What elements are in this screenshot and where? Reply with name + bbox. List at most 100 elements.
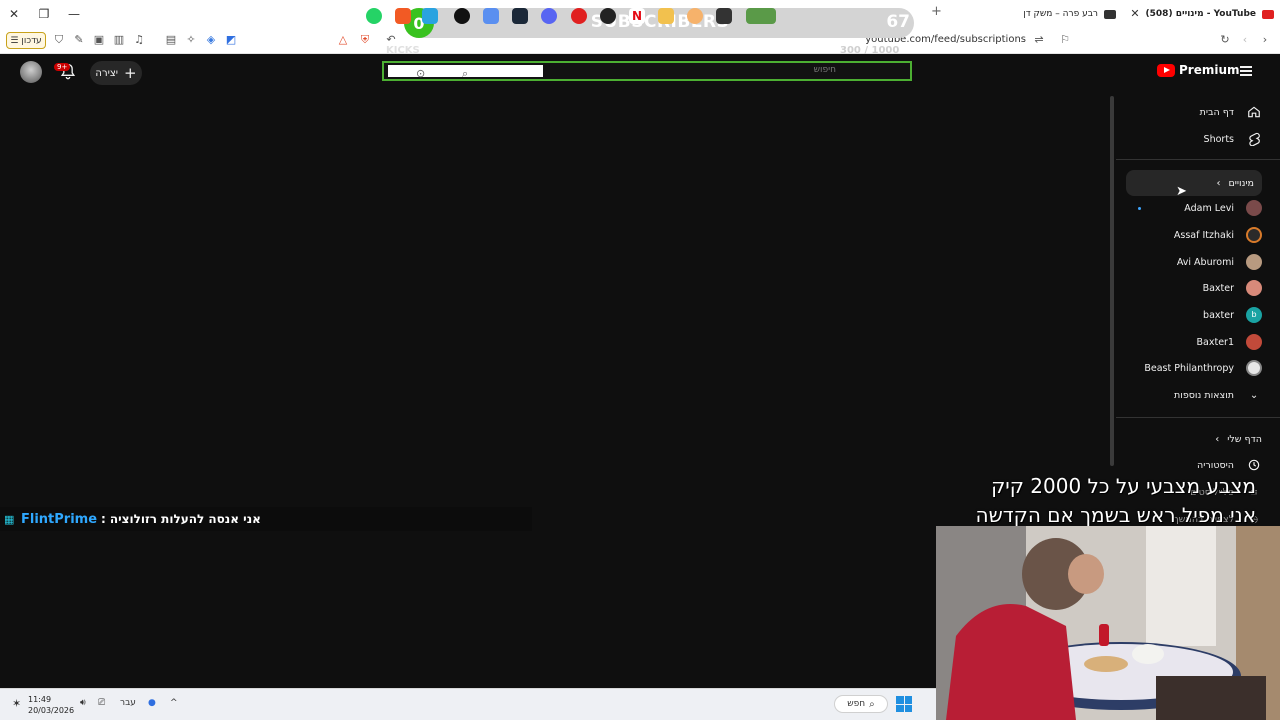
shield-icon[interactable]: ⛉ — [52, 33, 66, 47]
subscriptions-header[interactable]: מינויים › — [1216, 173, 1254, 193]
channel-avatar: b — [1246, 307, 1262, 323]
home-icon — [1246, 104, 1262, 120]
brave-browser-icon[interactable] — [395, 8, 411, 24]
chat-text: אני אנסה להעלות רזולוציה — [109, 512, 261, 526]
taskbar-search-label: חפש — [847, 699, 866, 709]
chat-badge-icon: ▦ — [4, 512, 15, 526]
volume-icon[interactable]: 🔊︎ — [80, 698, 86, 708]
file-explorer-icon[interactable] — [658, 8, 674, 24]
sidebar-item-you[interactable]: הדף שלי › — [1215, 429, 1262, 449]
channel-avatar — [1246, 254, 1262, 270]
tab-beef-shop[interactable]: רבע פרה – משק דן — [1020, 4, 1116, 24]
sidebar-channel[interactable]: Assaf Itzhaki — [1174, 225, 1262, 245]
new-tab-icon[interactable]: + — [931, 4, 942, 19]
chevron-right-icon: › — [1216, 177, 1221, 189]
close-window-icon[interactable]: ✕ — [4, 4, 24, 24]
channel-name: Avi Aburomi — [1176, 256, 1234, 268]
windows-taskbar — [0, 688, 936, 720]
windows-start-icon[interactable] — [896, 696, 912, 712]
widget-icon[interactable] — [746, 8, 776, 24]
shorts-icon — [1246, 131, 1262, 147]
channel-avatar — [1246, 280, 1262, 296]
netflix-icon[interactable]: N — [629, 8, 645, 24]
tabs-icon[interactable]: ▤ — [164, 33, 178, 47]
vscode-icon[interactable] — [483, 8, 499, 24]
app-icon[interactable] — [687, 8, 703, 24]
plus-icon: + — [124, 64, 137, 82]
subscriptions-label: מינויים — [1228, 177, 1254, 189]
tune-icon[interactable]: ⇌ — [1032, 33, 1046, 47]
discord-icon[interactable] — [541, 8, 557, 24]
sidebar-channel[interactable]: b baxter — [1203, 305, 1262, 325]
kicks-goal-label: KICKS — [386, 45, 420, 56]
sidebar-divider — [1116, 159, 1280, 160]
mic-icon[interactable]: ⊙ — [416, 67, 425, 80]
clock-time: 11:49 — [28, 695, 52, 704]
mouse-cursor-icon: ➤ — [1176, 184, 1187, 199]
sidebar-channel[interactable]: Adam Levi — [1184, 198, 1262, 218]
sidebar-item-shorts[interactable]: Shorts — [1204, 129, 1262, 149]
overlay-caption-line: אני מפיל ראש בשמך אם הקדשה — [975, 503, 1257, 527]
chevron-up-icon[interactable]: ^ — [170, 698, 178, 708]
ai-icon[interactable]: ◈ — [204, 33, 218, 47]
taskbar-clock[interactable]: 11:49 20/03/2026 — [28, 694, 74, 716]
brave-shield-icon[interactable]: ⛨ — [358, 33, 372, 47]
tab-title: YouTube - מינויים (508) — [1145, 9, 1256, 19]
menu-icon: ☰ — [10, 35, 19, 46]
sidebar-item-home[interactable]: דף הבית — [1200, 102, 1262, 122]
app-g-icon[interactable] — [454, 8, 470, 24]
minimize-window-icon[interactable]: — — [64, 4, 84, 24]
site-favicon-icon — [1104, 9, 1116, 19]
create-button[interactable]: + יצירה — [90, 61, 142, 85]
translate-icon[interactable]: ◩ — [224, 33, 238, 47]
guide-menu-icon[interactable] — [1240, 66, 1252, 76]
taskbar-search[interactable]: ⌕ חפש — [834, 695, 888, 713]
telegram-icon[interactable] — [422, 8, 438, 24]
sidebar-icon[interactable]: ▥ — [112, 33, 126, 47]
youtube-app-icon[interactable] — [571, 8, 587, 24]
browser-menu-button[interactable]: ☰ עדכון — [6, 32, 46, 49]
sidebar-channel[interactable]: Beast Philanthropy — [1144, 358, 1262, 378]
whatsapp-icon[interactable] — [366, 8, 382, 24]
chat-username: FlintPrime — [21, 511, 98, 527]
sidebar-show-more[interactable]: ⌄ תוצאות נוספות — [1174, 385, 1262, 405]
sidebar-scrollbar[interactable] — [1110, 96, 1114, 466]
terminal-icon[interactable] — [716, 8, 732, 24]
search-icon[interactable]: ⌕ — [462, 67, 468, 81]
menu-label: עדכון — [21, 35, 42, 46]
weather-icon[interactable]: ✶ — [12, 697, 21, 710]
sidebar-item-label: Shorts — [1203, 133, 1234, 145]
extension-icon[interactable]: ✎ — [72, 33, 86, 47]
tab-youtube-subscriptions[interactable]: YouTube - מינויים (508) ✕ — [1122, 4, 1274, 24]
steam-icon[interactable] — [512, 8, 528, 24]
show-more-label: תוצאות נוספות — [1174, 389, 1234, 401]
clock-date: 20/03/2026 — [28, 706, 75, 715]
music-icon[interactable]: ♫ — [132, 33, 146, 47]
microphone-icon[interactable]: ● — [148, 698, 156, 708]
youtube-premium-logo[interactable]: Premium — [1157, 63, 1240, 77]
bookmark-icon[interactable]: ⚐ — [1058, 33, 1072, 47]
account-avatar[interactable] — [20, 61, 42, 83]
chevron-right-icon: › — [1215, 433, 1220, 445]
input-language[interactable]: עבר — [120, 698, 136, 708]
channel-name: Baxter — [1202, 282, 1234, 294]
sidebar-channel[interactable]: Avi Aburomi — [1177, 252, 1262, 272]
restore-window-icon[interactable]: ❐ — [34, 4, 54, 24]
screenshot-icon[interactable]: ▣ — [92, 33, 106, 47]
forward-icon[interactable]: ‹ — [1238, 33, 1252, 47]
sidebar-guide: דף הבית Shorts מינויים › ➤ Adam Levi Ass… — [1116, 96, 1280, 526]
notification-count-badge: 9+ — [54, 63, 71, 71]
channel-name: Baxter1 — [1196, 336, 1234, 348]
tab-close-icon[interactable]: ✕ — [1130, 4, 1139, 24]
tab-title: רבע פרה – משק דן — [1023, 9, 1098, 19]
channel-avatar — [1246, 360, 1262, 376]
sidebar-item-history[interactable]: היסטוריה — [1197, 455, 1262, 475]
puzzle-icon[interactable]: ✧ — [184, 33, 198, 47]
reload-icon[interactable]: ↻ — [1218, 33, 1232, 47]
chatgpt-icon[interactable] — [600, 8, 616, 24]
back-icon[interactable]: › — [1258, 33, 1272, 47]
network-icon[interactable]: ⎚ — [98, 698, 105, 708]
sidebar-channel[interactable]: Baxter1 — [1197, 332, 1262, 352]
warning-icon[interactable]: △ — [336, 33, 350, 47]
sidebar-channel[interactable]: Baxter — [1203, 278, 1262, 298]
